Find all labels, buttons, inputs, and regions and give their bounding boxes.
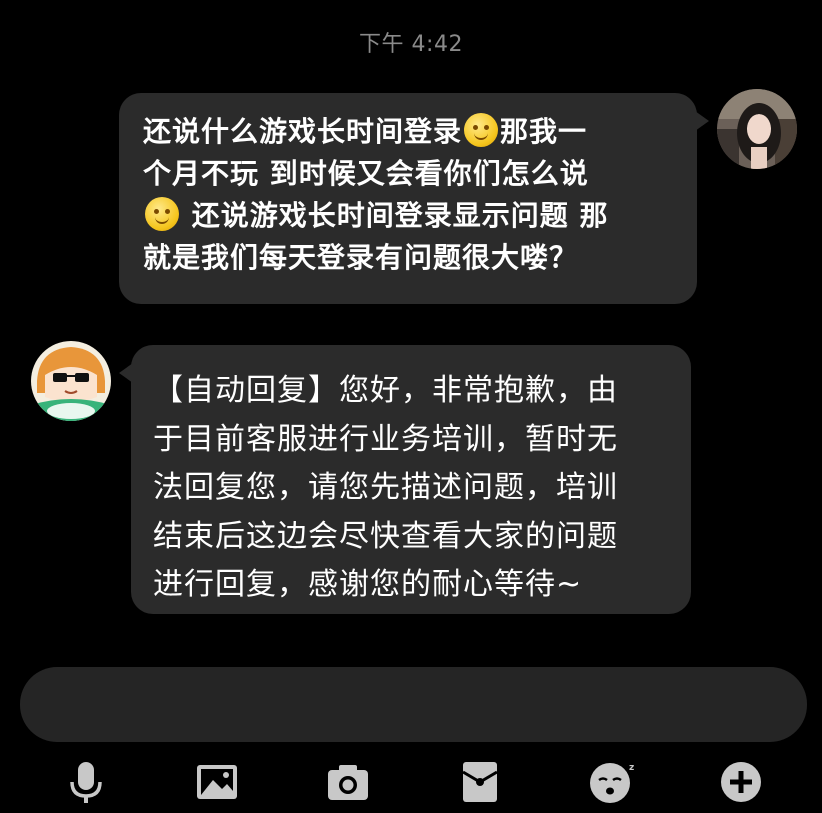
service-avatar[interactable] [31,341,111,421]
incoming-message-bubble[interactable]: 【自动回复】您好，非常抱歉，由 于目前客服进行业务培训，暂时无 法回复您，请您先… [119,345,691,614]
plus-icon[interactable] [719,760,763,804]
message-line: 结束后这边会尽快查看大家的问题 [153,518,618,554]
message-line: 法回复您，请您先描述问题，培训 [153,470,618,505]
red-envelope-icon[interactable] [458,760,502,804]
message-line: 进行回复，感谢您的耐心等待~ [153,567,583,602]
message-line: 还说游戏长时间登录显示问题 那 [143,195,675,237]
camera-icon[interactable] [326,760,370,804]
message-line: 【自动回复】您好，非常抱歉，由 [153,373,618,408]
user-avatar[interactable] [717,89,797,169]
message-line: 于目前客服进行业务培训，暂时无 [153,421,618,457]
outgoing-message-bubble[interactable]: 还说什么游戏长时间登录 那我一 个月不玩 到时候又会看你们怎么说 还说游戏长时间登… [119,93,709,304]
sticker-icon[interactable]: z [589,760,634,804]
image-icon[interactable] [195,760,239,804]
smile-emoji [464,113,499,147]
message-timestamp: 下午 4:42 [359,32,463,57]
message-line: 还说什么游戏长时间登录 那我一 [143,113,588,148]
message-line: 就是我们每天登录有问题很大喽？ [143,241,579,274]
smile-emoji [145,197,179,231]
svg-text:z: z [629,763,634,773]
microphone-icon[interactable] [64,760,108,804]
message-line: 个月不玩 到时候又会看你们怎么说 [143,157,589,190]
message-input[interactable] [20,667,807,742]
